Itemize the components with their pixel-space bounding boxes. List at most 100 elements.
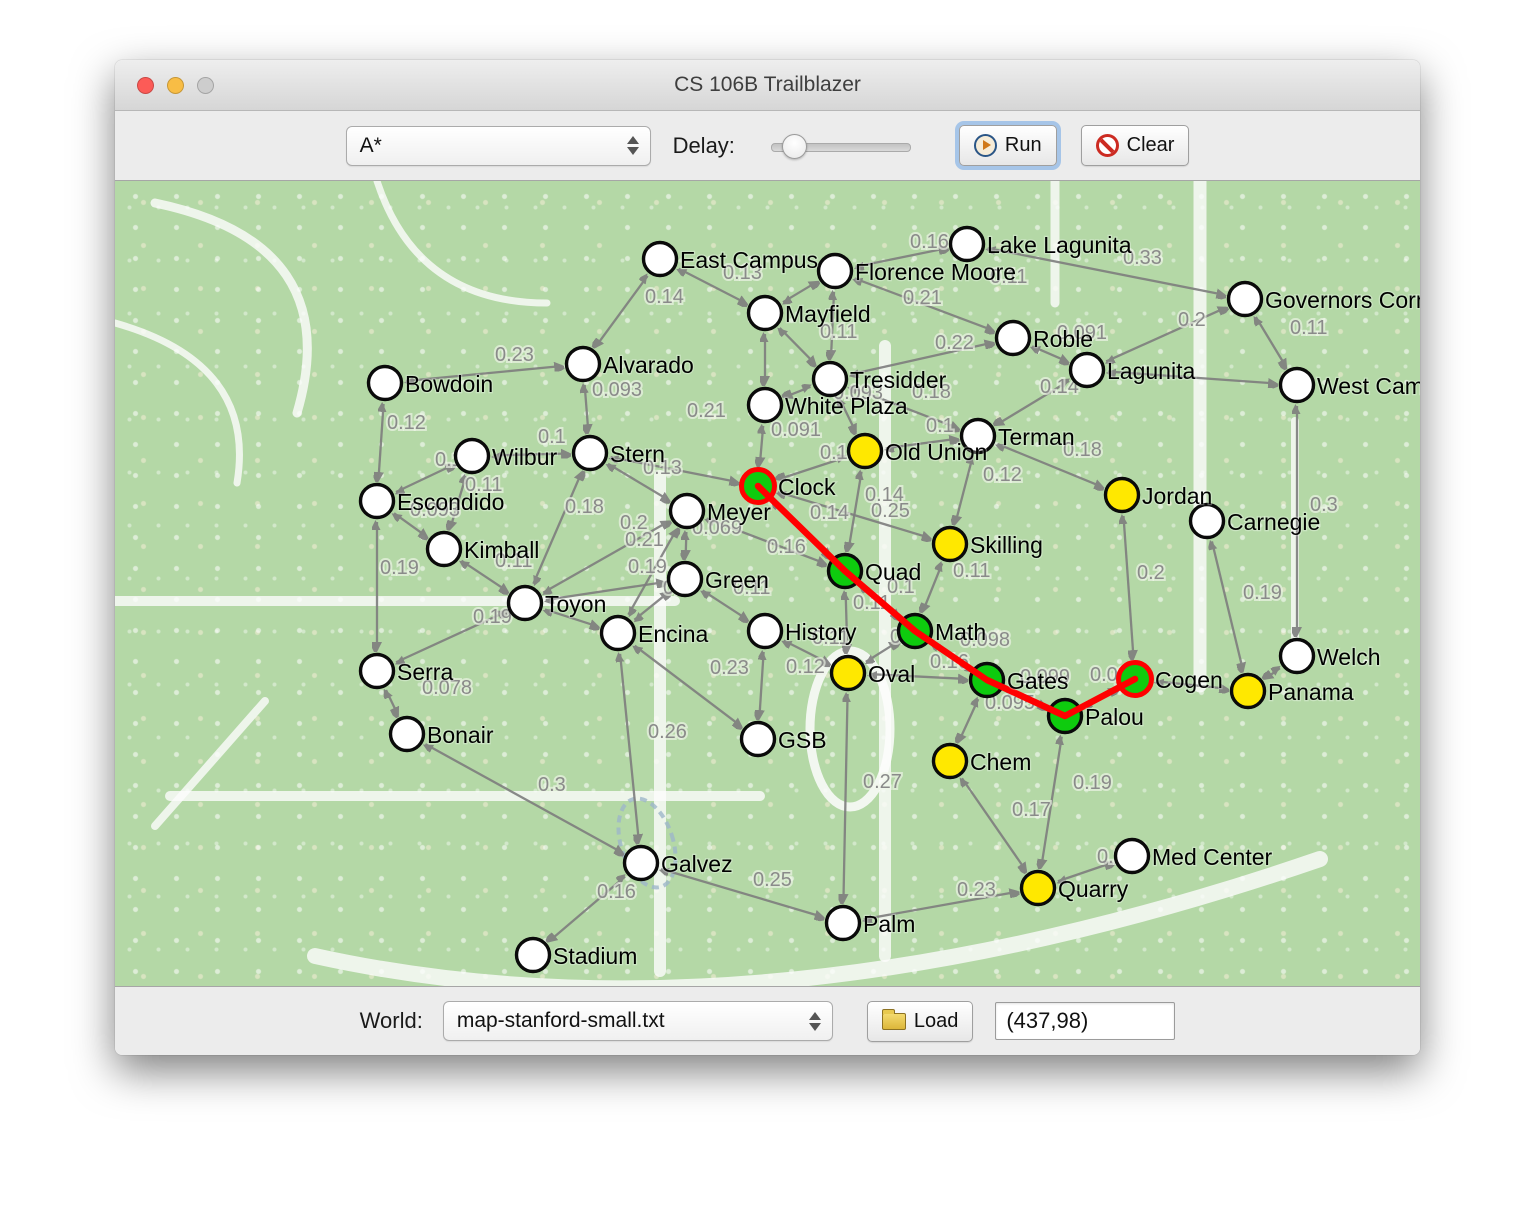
edge-weight-label: 0.18 [565,496,604,518]
graph-node-WhitePlaza[interactable] [749,389,782,422]
graph-node-LakeLagunita[interactable] [951,228,984,261]
edge-weight-label: 0.19 [473,606,512,628]
graph-node-Galvez[interactable] [625,847,658,880]
edge-weight-label: 0.23 [957,879,996,901]
load-button-label: Load [914,1010,959,1033]
node-label-GSB: GSB [778,727,827,753]
graph-node-Tresidder[interactable] [814,363,847,396]
graph-node-MedCenter[interactable] [1116,840,1149,873]
graph-node-Bowdoin[interactable] [369,367,402,400]
node-label-Encina: Encina [638,621,709,647]
graph-node-Stadium[interactable] [517,939,550,972]
graph-node-Kimball[interactable] [428,533,461,566]
delay-slider[interactable] [771,133,911,159]
node-label-Alvarado: Alvarado [603,352,694,378]
window-title: CS 106B Trailblazer [115,60,1420,110]
map-canvas[interactable]: 0.140.130.160.210.110.330.110.230.0930.1… [115,181,1420,986]
graph-node-Toyon[interactable] [509,587,542,620]
graph-node-Mayfield[interactable] [749,297,782,330]
graph-node-Stern[interactable] [574,437,607,470]
prohibition-icon [1096,134,1119,157]
graph-node-Carnegie[interactable] [1191,505,1224,538]
edge-weight-label: 0.16 [597,881,636,903]
graph-node-Oval[interactable] [832,657,865,690]
node-label-Palou: Palou [1085,704,1144,730]
edge-weight-label: 0.12 [387,412,426,434]
graph-node-Chem[interactable] [934,745,967,778]
graph-edge-Encina-Galvez [620,654,639,842]
graph-node-Escondido[interactable] [361,485,394,518]
graph-node-Meyer[interactable] [671,495,704,528]
graph-node-Encina[interactable] [602,617,635,650]
app-window: CS 106B Trailblazer A* Delay: Run Clear [115,60,1420,1055]
node-label-OldUnion: Old Union [885,439,987,465]
edge-weight-label: 0.25 [753,869,792,891]
edge-weight-label: 0.19 [628,556,667,578]
graph-node-Jordan[interactable] [1106,479,1139,512]
edge-weight-label: 0.2 [1137,562,1165,584]
node-label-Terman: Terman [998,424,1075,450]
graph-node-Skilling[interactable] [934,528,967,561]
graph-node-Serra[interactable] [361,655,394,688]
graph-node-WestCampus[interactable] [1281,369,1314,402]
graph-node-Wilbur[interactable] [456,440,489,473]
algorithm-select[interactable]: A* [346,126,651,166]
graph-node-Palm[interactable] [827,907,860,940]
graph-node-Quarry[interactable] [1022,872,1055,905]
select-arrows-icon [622,136,644,155]
edge-weight-label: 0.27 [863,771,902,793]
graph-node-History[interactable] [749,615,782,648]
world-select[interactable]: map-stanford-small.txt [443,1001,833,1041]
node-label-Quarry: Quarry [1058,876,1129,902]
edge-weight-label: 0.2 [620,512,648,534]
node-label-FlorenceMoore: Florence Moore [855,259,1016,285]
graph-node-Roble[interactable] [997,322,1030,355]
title-bar[interactable]: CS 106B Trailblazer [115,60,1420,111]
node-label-Panama: Panama [1268,679,1354,705]
node-label-Stadium: Stadium [553,943,637,969]
node-label-Carnegie: Carnegie [1227,509,1320,535]
edge-weight-label: 0.16 [767,536,806,558]
delay-slider-thumb[interactable] [782,134,807,159]
graph-edge-Lagunita-GovernorsCorner [1106,308,1226,362]
world-select-value: map-stanford-small.txt [444,1009,804,1033]
edge-weight-label: 0.1 [926,415,954,437]
edge-weight-label: 0.23 [710,657,749,679]
graph-node-GovernorsCorner[interactable] [1229,283,1262,316]
edge-weight-label: 0.26 [648,721,687,743]
graph-edge-WhitePlaza-Clock [760,426,763,465]
node-label-Welch: Welch [1317,644,1381,670]
edge-weight-label: 0.091 [771,419,821,441]
node-label-Roble: Roble [1033,326,1093,352]
graph-edge-Carnegie-Panama [1212,541,1243,670]
edge-weight-label: 0.19 [1073,772,1112,794]
graph-edge-Meyer-Green [686,532,687,558]
edge-weight-label: 0.19 [1243,582,1282,604]
node-label-Bonair: Bonair [427,722,494,748]
graph-node-GSB[interactable] [742,723,775,756]
graph-node-EastCampus[interactable] [644,243,677,276]
graph-edge-EastCampus-Alvarado [595,276,647,347]
edge-weight-label: 0.14 [645,286,684,308]
play-icon [974,134,997,157]
run-button[interactable]: Run [959,125,1057,166]
graph-edge-Mayfield-Tresidder [780,328,816,364]
node-label-WestCampus: West Campus [1317,373,1420,399]
graph-node-Bonair[interactable] [391,718,424,751]
graph-node-Welch[interactable] [1281,640,1314,673]
graph-node-Panama[interactable] [1232,675,1265,708]
node-label-WhitePlaza: White Plaza [785,393,908,419]
load-button[interactable]: Load [867,1001,974,1042]
graph-edge-OldUnion-Quad [848,472,861,551]
graph-node-Green[interactable] [669,563,702,596]
node-label-Mayfield: Mayfield [785,301,871,327]
clear-button[interactable]: Clear [1081,125,1190,166]
graph-node-FlorenceMoore[interactable] [819,255,852,288]
graph-edge-Terman-Skilling [955,456,972,523]
graph[interactable]: 0.140.130.160.210.110.330.110.230.0930.1… [115,181,1420,986]
edge-weight-label: 0.14 [810,502,849,524]
graph-node-Alvarado[interactable] [567,348,600,381]
graph-node-Lagunita[interactable] [1071,354,1104,387]
node-label-Palm: Palm [863,911,915,937]
graph-node-OldUnion[interactable] [849,435,882,468]
